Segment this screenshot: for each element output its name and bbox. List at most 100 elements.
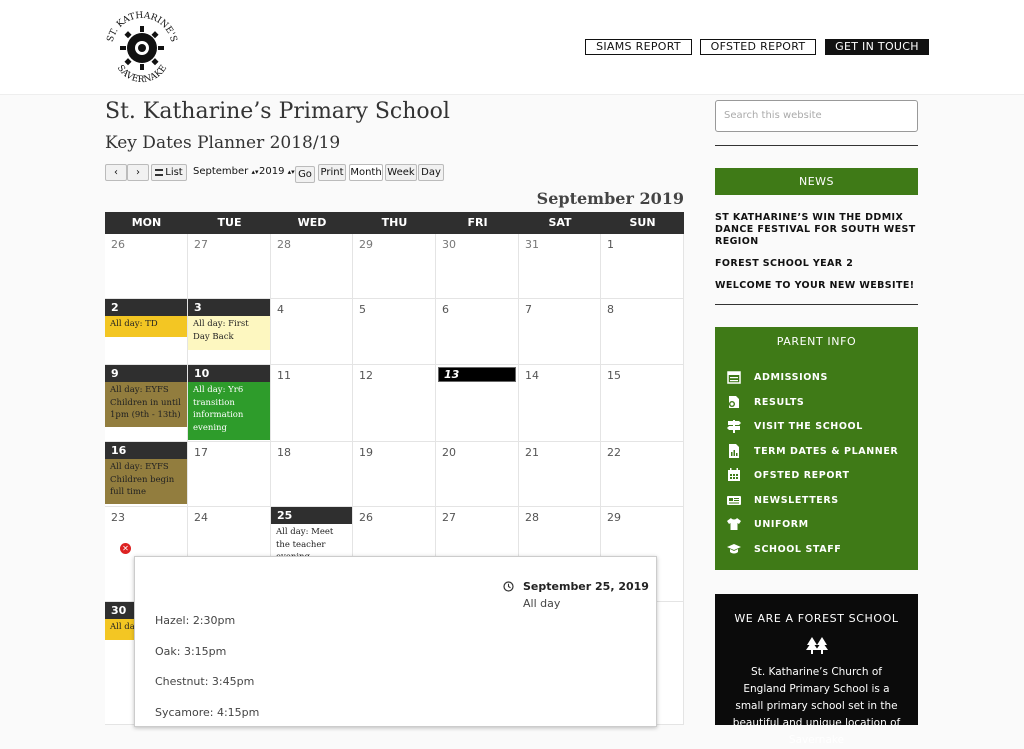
calendar-day-cell[interactable]: 9 All day: EYFS Children in until 1pm (9t… [105, 365, 188, 442]
day-number: 28 [277, 238, 291, 251]
list-icon [155, 168, 164, 176]
go-button[interactable]: Go [295, 166, 315, 183]
calendar-day-cell[interactable]: 31 [519, 234, 601, 299]
news-link[interactable]: FOREST SCHOOL YEAR 2 [715, 258, 918, 270]
signpost-icon [727, 420, 741, 433]
day-number: 9 [111, 367, 119, 380]
forest-school-heading: WE ARE A FOREST SCHOOL [734, 612, 899, 625]
calendar-event[interactable]: All day: EYFS Children begin full time [105, 459, 187, 504]
month-select[interactable]: September ▴▾ [193, 164, 259, 179]
calendar-day-cell[interactable]: 28 [271, 234, 353, 299]
day-view-button[interactable]: Day [418, 164, 444, 181]
calendar-day-cell[interactable]: 14 [519, 365, 601, 442]
day-number: 14 [525, 369, 539, 382]
calendar-day-cell[interactable]: 17 [188, 442, 271, 507]
school-logo[interactable]: ST. KATHARINE'S SAVERNAKE [100, 6, 184, 88]
day-number: 11 [277, 369, 291, 382]
ofsted-report-button[interactable]: OFSTED REPORT [700, 39, 816, 55]
day-number: 20 [442, 446, 456, 459]
day-header-bar: 3 [188, 299, 270, 316]
popup-time: All day [523, 597, 561, 610]
popup-line: Oak: 3:15pm [155, 645, 227, 658]
day-number: 24 [194, 511, 208, 524]
calendar-day-cell[interactable]: 5 [353, 299, 436, 365]
close-popup-icon[interactable]: ✕ [120, 543, 131, 554]
list-view-button[interactable]: List [151, 164, 187, 181]
weekday-mon: MON [131, 216, 162, 229]
calendar-day-cell[interactable]: 8 [601, 299, 684, 365]
divider [715, 304, 918, 305]
calendar-day-cell[interactable]: 7 [519, 299, 601, 365]
week-view-button[interactable]: Week [385, 164, 417, 181]
calendar-event[interactable]: All day: TD [105, 316, 187, 337]
calendar-day-cell[interactable]: 11 [271, 365, 353, 442]
calendar-day-cell[interactable]: 1 [601, 234, 684, 299]
month-select-value: September [193, 166, 249, 177]
calendar-day-cell[interactable]: 26 [105, 234, 188, 299]
parent-link-label: OFSTED REPORT [754, 470, 850, 481]
calendar-event[interactable]: All day: EYFS Children in until 1pm (9th… [105, 382, 187, 427]
parent-link-label: SCHOOL STAFF [754, 544, 842, 555]
day-number: 5 [359, 303, 366, 316]
calendar-weekday-header: MON TUE WED THU FRI SAT SUN [105, 212, 684, 234]
calendar-day-cell[interactable]: 29 [353, 234, 436, 299]
calendar-day-cell[interactable]: 20 [436, 442, 519, 507]
calendar-event[interactable]: All day: Yr6 transition information even… [188, 382, 270, 440]
calendar-day-cell[interactable]: 27 [188, 234, 271, 299]
day-number: 2 [111, 301, 119, 314]
site-header: ST. KATHARINE'S SAVERNAKE SIAMS REPORT O… [0, 0, 1024, 95]
calendar-day-cell[interactable]: 12 [353, 365, 436, 442]
calendar-day-cell[interactable]: 13 [436, 365, 519, 442]
news-link[interactable]: ST KATHARINE’S WIN THE DDMIX DANCE FESTI… [715, 212, 918, 248]
calendar-day-cell[interactable]: 30 [436, 234, 519, 299]
calendar-day-cell[interactable]: 2 All day: TD [105, 299, 188, 365]
prev-month-button[interactable]: ‹ [105, 164, 127, 181]
day-number: 27 [442, 511, 456, 524]
month-view-button[interactable]: Month [349, 164, 383, 181]
weekday-wed: WED [297, 216, 327, 229]
clock-icon [503, 581, 514, 592]
calendar-event[interactable]: All day: Meet the teacher evening [271, 524, 352, 562]
calendar-day-cell[interactable]: 19 [353, 442, 436, 507]
search-input[interactable]: Search this website [715, 100, 918, 132]
next-month-button[interactable]: › [127, 164, 149, 181]
calendar-day-cell[interactable]: 21 [519, 442, 601, 507]
calendar-day-cell[interactable]: 10 All day: Yr6 transition information ev… [188, 365, 271, 442]
day-number: 3 [194, 301, 202, 314]
forest-school-text: St. Katharine’s Church of England Primar… [732, 666, 901, 746]
year-select[interactable]: 2019 ▴▾ [259, 164, 295, 179]
day-number: 1 [607, 238, 614, 251]
print-button[interactable]: Print [318, 164, 346, 181]
certificate-icon [729, 396, 739, 408]
calendar-event[interactable]: All day: First Day Back [188, 316, 270, 350]
day-number: 7 [525, 303, 532, 316]
siams-report-button[interactable]: SIAMS REPORT [585, 39, 692, 55]
calendar-grid-icon [728, 468, 740, 481]
day-number: 13 [444, 368, 460, 381]
calendar-day-cell[interactable]: 15 [601, 365, 684, 442]
calendar-day-cell[interactable]: 18 [271, 442, 353, 507]
popup-line: Chestnut: 3:45pm [155, 675, 255, 688]
parent-info-panel: PARENT INFO ADMISSIONS RESULTS VISIT THE… [715, 327, 918, 570]
calendar-day-cell[interactable]: 3 All day: First Day Back [188, 299, 271, 365]
graduation-cap-icon [727, 544, 741, 554]
news-link[interactable]: WELCOME TO YOUR NEW WEBSITE! [715, 280, 918, 292]
day-number: 30 [442, 238, 456, 251]
day-header-bar: 25 [271, 507, 352, 524]
calendar-day-cell[interactable]: 4 [271, 299, 353, 365]
news-heading: NEWS [715, 168, 918, 195]
parent-link-label: ADMISSIONS [754, 372, 828, 383]
day-number: 19 [359, 446, 373, 459]
parent-info-heading: PARENT INFO [776, 335, 857, 348]
calendar-day-cell[interactable]: 22 [601, 442, 684, 507]
popup-line: Sycamore: 4:15pm [155, 706, 260, 719]
forest-school-panel: WE ARE A FOREST SCHOOL St. Katharine’s C… [715, 594, 918, 746]
chevron-right-icon: › [136, 167, 140, 178]
day-number: 6 [442, 303, 449, 316]
chevron-left-icon: ‹ [114, 167, 118, 178]
calendar-day-cell[interactable]: 16 All day: EYFS Children begin full time [105, 442, 188, 507]
year-select-value: 2019 [259, 166, 285, 177]
get-in-touch-button[interactable]: GET IN TOUCH [825, 39, 929, 55]
day-number: 28 [525, 511, 539, 524]
calendar-day-cell[interactable]: 6 [436, 299, 519, 365]
